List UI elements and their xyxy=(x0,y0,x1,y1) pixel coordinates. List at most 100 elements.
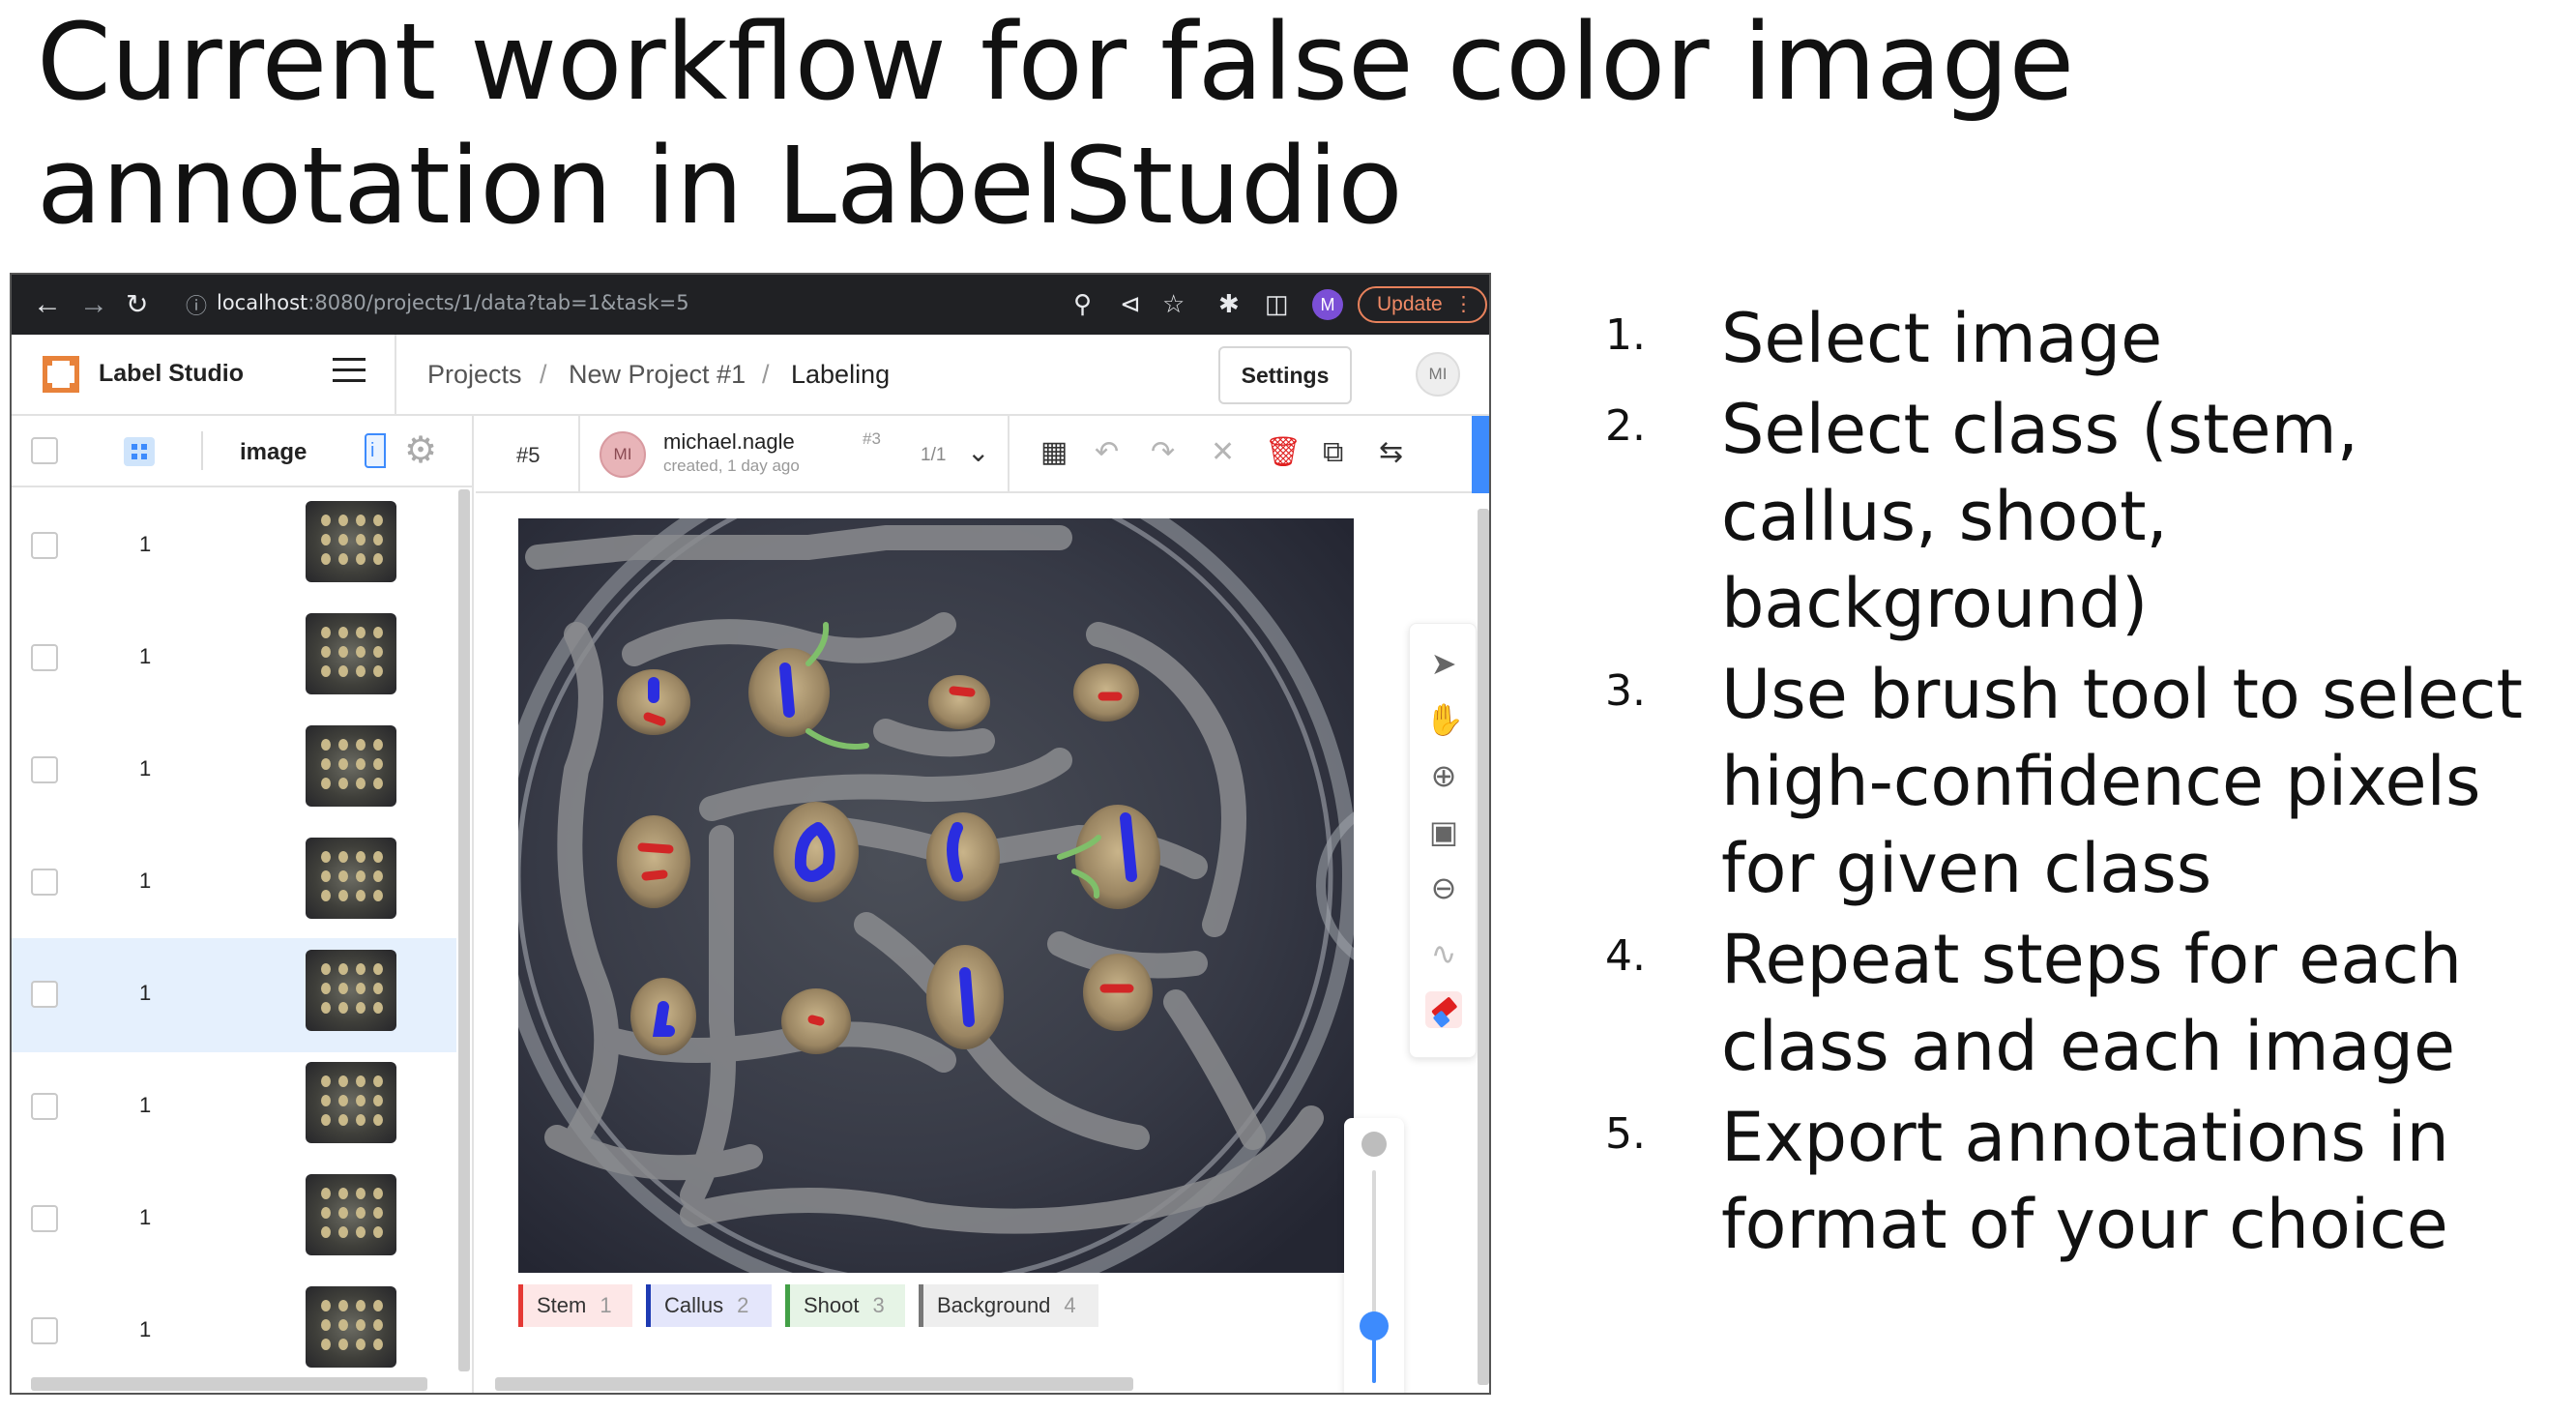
update-button[interactable]: Update ⋮ xyxy=(1358,286,1487,323)
close-icon[interactable]: ✕ xyxy=(1211,435,1235,470)
label-stem[interactable]: Stem 1 xyxy=(518,1284,632,1327)
task-row[interactable]: 1 xyxy=(12,826,456,940)
annotator-avatar: MI xyxy=(600,431,646,478)
task-thumbnail xyxy=(306,501,396,582)
step-number: 2. xyxy=(1605,401,1646,451)
slider-thumb[interactable] xyxy=(1360,1311,1389,1340)
workflow-steps: 1. Select image 2. Select class (stem, c… xyxy=(1605,295,2572,1272)
eraser-icon[interactable] xyxy=(1425,991,1462,1028)
label-name: Background xyxy=(937,1293,1051,1317)
task-row[interactable]: 1 xyxy=(12,1275,456,1389)
info-icon[interactable]: ⓘ xyxy=(186,290,207,323)
brush-size-slider[interactable] xyxy=(1344,1118,1404,1393)
task-list-panel: image i ⚙ 1 1 1 1 1 1 1 1 xyxy=(12,416,474,1393)
side-panel-icon[interactable]: ◫ xyxy=(1265,288,1289,319)
annotation-image[interactable] xyxy=(518,518,1354,1273)
petri-dish-image[interactable] xyxy=(518,518,1354,1273)
task-row[interactable]: 1 xyxy=(12,1050,456,1164)
task-thumbnail xyxy=(306,1174,396,1255)
extensions-icon[interactable]: ✱ xyxy=(1218,288,1240,319)
label-hotkey: 1 xyxy=(600,1293,612,1317)
label-background[interactable]: Background 4 xyxy=(919,1284,1098,1327)
zoom-icon[interactable]: ⚲ xyxy=(1073,288,1092,319)
step-number: 1. xyxy=(1605,310,1646,360)
reload-icon[interactable]: ↻ xyxy=(126,288,148,321)
row-checkbox[interactable] xyxy=(31,644,58,671)
undo-icon[interactable]: ↶ xyxy=(1095,435,1119,470)
task-id: 1 xyxy=(139,981,152,1005)
task-row[interactable]: 1 xyxy=(12,714,456,828)
address-bar[interactable]: localhost:8080/projects/1/data?tab=1&tas… xyxy=(217,291,689,314)
fit-to-screen-icon[interactable]: ▣ xyxy=(1425,813,1462,850)
star-icon[interactable]: ☆ xyxy=(1162,288,1185,319)
task-id: 1 xyxy=(139,1093,152,1117)
annotator-name: michael.nagle xyxy=(663,429,795,454)
task-list-scrollbar[interactable] xyxy=(458,489,470,1371)
task-thumbnail xyxy=(306,725,396,807)
task-row[interactable]: 1 xyxy=(12,938,456,1052)
row-checkbox[interactable] xyxy=(31,1205,58,1232)
grid-view-icon[interactable] xyxy=(124,437,155,466)
menu-icon[interactable] xyxy=(333,358,366,387)
grid-icon[interactable]: ▦ xyxy=(1040,435,1068,470)
delete-icon[interactable]: 🗑 xyxy=(1265,435,1302,470)
label-name: Shoot xyxy=(804,1293,860,1317)
canvas-vscrollbar[interactable] xyxy=(1478,509,1489,1385)
task-id: 1 xyxy=(139,1317,152,1341)
row-checkbox[interactable] xyxy=(31,756,58,783)
step-item: 2. Select class (stem, callus, shoot, ba… xyxy=(1605,386,2572,647)
duplicate-icon[interactable]: ⧉ xyxy=(1323,435,1343,470)
row-checkbox[interactable] xyxy=(31,1093,58,1120)
task-row[interactable]: 1 xyxy=(12,1163,456,1277)
step-number: 3. xyxy=(1605,666,1646,716)
task-thumbnail xyxy=(306,1062,396,1143)
url-path: :8080/projects/1/data?tab=1&task=5 xyxy=(307,291,689,314)
step-text: Use brush tool to select high-confidence… xyxy=(1721,655,2523,908)
row-checkbox[interactable] xyxy=(31,532,58,559)
forward-arrow-icon[interactable]: → xyxy=(79,288,108,321)
label-callus[interactable]: Callus 2 xyxy=(646,1284,772,1327)
row-checkbox[interactable] xyxy=(31,981,58,1008)
row-checkbox[interactable] xyxy=(31,869,58,896)
chevron-down-icon[interactable]: ⌄ xyxy=(967,435,989,470)
settings-button[interactable]: Settings xyxy=(1218,346,1352,404)
swap-icon[interactable]: ⇆ xyxy=(1379,435,1403,470)
user-avatar[interactable]: MI xyxy=(1416,352,1460,397)
row-checkbox[interactable] xyxy=(31,1317,58,1344)
label-name: Callus xyxy=(664,1293,724,1317)
browser-window: ← → ↻ ⓘ localhost:8080/projects/1/data?t… xyxy=(10,273,1491,1395)
column-tag[interactable]: i xyxy=(365,433,386,468)
select-all-checkbox[interactable] xyxy=(31,437,58,464)
slide-title: Current workflow for false color image a… xyxy=(37,0,2075,248)
task-id: 1 xyxy=(139,1205,152,1229)
redo-icon[interactable]: ↷ xyxy=(1151,435,1175,470)
profile-avatar[interactable]: M xyxy=(1312,289,1343,320)
step-item: 3. Use brush tool to select high-confide… xyxy=(1605,651,2572,912)
breadcrumb-labeling: Labeling xyxy=(791,360,891,389)
breadcrumb-projects[interactable]: Projects xyxy=(427,360,522,390)
task-row[interactable]: 1 xyxy=(12,602,456,716)
drawing-tools-panel: ➤ ✋ ⊕ ▣ ⊖ ∿ xyxy=(1409,623,1477,1058)
label-shoot[interactable]: Shoot 3 xyxy=(785,1284,905,1327)
step-text: Select image xyxy=(1721,299,2163,378)
kebab-menu-icon: ⋮ xyxy=(1453,293,1474,315)
back-arrow-icon[interactable]: ← xyxy=(33,288,62,321)
brush-icon[interactable]: ∿ xyxy=(1425,935,1462,972)
task-list-hscrollbar[interactable] xyxy=(31,1377,427,1391)
hand-pan-icon[interactable]: ✋ xyxy=(1425,701,1464,738)
column-label-image[interactable]: image xyxy=(240,439,307,466)
zoom-out-icon[interactable]: ⊖ xyxy=(1425,869,1462,906)
header-divider xyxy=(395,335,396,416)
task-row[interactable]: 1 xyxy=(12,489,456,604)
task-id: 1 xyxy=(139,644,152,668)
cursor-icon[interactable]: ➤ xyxy=(1425,645,1462,682)
zoom-in-icon[interactable]: ⊕ xyxy=(1425,757,1462,794)
step-item: 1. Select image xyxy=(1605,295,2572,382)
share-icon[interactable]: ⊲ xyxy=(1120,288,1141,319)
breadcrumb-project[interactable]: New Project #1 xyxy=(569,360,746,390)
canvas-hscrollbar[interactable] xyxy=(495,1377,1133,1391)
ls-brand: Label Studio xyxy=(99,360,244,387)
labeling-area: #5 MI michael.nagle created, 1 day ago #… xyxy=(476,416,1489,1393)
update-button-label: Update xyxy=(1377,293,1443,315)
gear-icon[interactable]: ⚙ xyxy=(404,431,437,470)
